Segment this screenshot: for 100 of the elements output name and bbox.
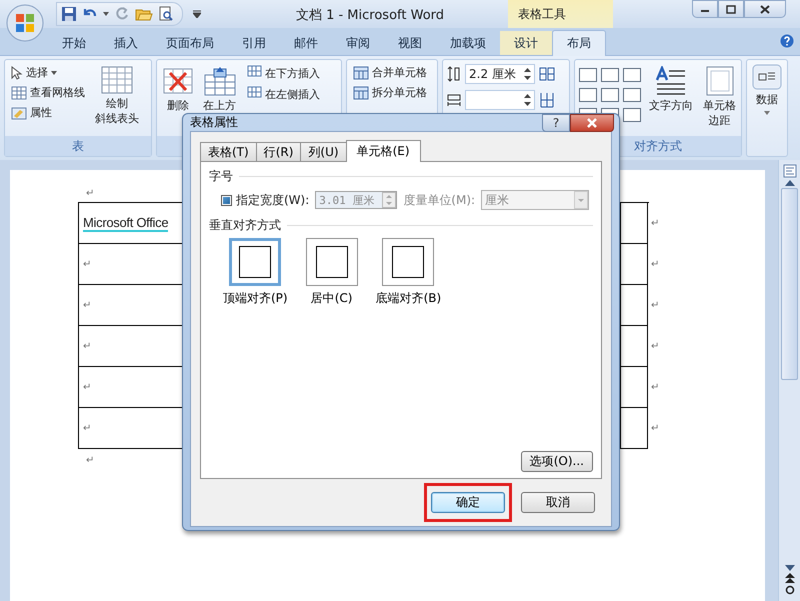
ribbon-tab[interactable]: 视图 (384, 31, 436, 55)
ribbon-tab[interactable]: 设计 (500, 31, 552, 55)
contextual-tab-title: 表格工具 (518, 6, 566, 23)
paragraph-mark: ↵ (83, 300, 92, 310)
ribbon-tab[interactable]: 加载项 (436, 31, 500, 55)
table-cells-icon (353, 86, 369, 100)
align-icon[interactable] (579, 68, 597, 82)
align-icon[interactable] (623, 68, 641, 82)
paragraph-mark: ↵ (83, 422, 92, 434)
row-end-mark: ↵ (651, 340, 660, 352)
text-direction-icon (655, 66, 687, 96)
paragraph-mark: ↵ (83, 340, 92, 352)
ribbon-button[interactable]: 绘制 斜线表头 (93, 64, 141, 136)
distribute-columns-icon[interactable] (539, 92, 555, 108)
dialog-tab[interactable]: 单元格(E) (346, 140, 421, 162)
caret-icon (764, 110, 770, 115)
align-icon[interactable] (623, 108, 641, 122)
data-icon (752, 64, 782, 90)
dialog-button[interactable]: 取消 (521, 492, 595, 513)
ribbon-button[interactable]: 数据 (750, 62, 784, 156)
help-button[interactable]: ? (542, 114, 570, 132)
ribbon-tab[interactable]: 邮件 (280, 31, 332, 55)
scroll-up-icon[interactable] (784, 180, 794, 186)
alignment-option[interactable]: 顶端对齐(P) (223, 238, 288, 307)
insert-above-icon (204, 66, 236, 96)
row-end-mark: ↵ (651, 258, 660, 270)
dialog-tab[interactable]: 行(R) (256, 142, 302, 161)
ribbon-button[interactable]: 选择 (9, 64, 87, 81)
ribbon-tab[interactable]: 插入 (100, 31, 152, 55)
row-end-mark: ↵ (651, 218, 660, 228)
unit-label: 度量单位(M): (403, 192, 476, 208)
save-icon[interactable] (61, 6, 77, 22)
dialog-button[interactable]: 确定 (431, 492, 505, 513)
ribbon-tab[interactable]: 审阅 (332, 31, 384, 55)
row-end-mark: ↵ (651, 422, 660, 434)
align-icon[interactable] (601, 68, 619, 82)
spinner-arrows-icon[interactable] (524, 93, 531, 107)
paragraph-mark: ↵ (83, 382, 92, 392)
paragraph-mark: ↵ (86, 188, 94, 200)
delete-table-icon (163, 66, 193, 96)
width-field[interactable] (465, 90, 535, 110)
ribbon-tab[interactable]: 布局 (552, 30, 606, 56)
section-heading: 字号 (209, 168, 233, 185)
checkbox[interactable] (221, 194, 232, 206)
table-cells-icon (353, 66, 369, 80)
close-icon (760, 4, 770, 14)
ribbon-button[interactable]: 属性 (9, 104, 87, 121)
align-icon[interactable] (601, 88, 619, 102)
vertical-scrollbar[interactable] (778, 160, 800, 601)
help-icon[interactable] (780, 34, 794, 48)
column-width-icon (447, 92, 461, 108)
close-icon (586, 118, 598, 128)
window-title: 文档 1 - Microsoft Word (296, 7, 444, 24)
options-button[interactable]: 选项(O)... (520, 451, 593, 472)
dialog-title: 表格属性 (190, 114, 238, 131)
close-button[interactable] (570, 114, 614, 132)
customize-caret-icon[interactable] (193, 10, 201, 18)
ribbon-tab[interactable]: 页面布局 (152, 31, 228, 55)
spinner-arrows-icon[interactable] (524, 67, 531, 81)
align-icon[interactable] (623, 88, 641, 102)
ribbon-button[interactable]: 在下方插入 (244, 64, 322, 82)
minimize-button[interactable] (692, 0, 718, 18)
properties-icon (11, 106, 27, 120)
height-field[interactable]: 2.2 厘米 (465, 64, 535, 84)
cell-text: Microsoft Office (83, 214, 168, 232)
align-icon[interactable] (579, 88, 597, 102)
dialog-tab[interactable]: 表格(T) (200, 142, 257, 161)
previous-page-icon[interactable] (784, 573, 794, 583)
section-heading: 垂直对齐方式 (209, 217, 281, 234)
cursor-icon (11, 66, 23, 80)
ribbon-button[interactable]: 文字方向 (647, 64, 695, 136)
ruler-icon[interactable] (782, 164, 796, 178)
print-preview-icon[interactable] (158, 6, 174, 22)
paragraph-mark: ↵ (83, 258, 92, 270)
scroll-down-icon[interactable] (784, 565, 794, 571)
ribbon-button[interactable]: 查看网格线 (9, 84, 87, 101)
alignment-option[interactable]: 底端对齐(B) (376, 238, 442, 307)
row-end-mark: ↵ (651, 382, 660, 392)
restore-button[interactable] (718, 0, 744, 18)
grid-icon (101, 66, 133, 94)
width-checkbox[interactable]: 指定宽度(W): (221, 192, 310, 208)
paragraph-mark: ↵ (86, 455, 94, 467)
alignment-option[interactable]: 居中(C) (306, 238, 358, 307)
browse-object-icon[interactable] (784, 585, 794, 595)
ribbon-tab[interactable]: 引用 (228, 31, 280, 55)
ribbon-tab[interactable]: 开始 (48, 31, 100, 55)
caret-icon[interactable] (103, 12, 109, 16)
cell-margins-icon (706, 66, 734, 96)
dialog-tab[interactable]: 列(U) (300, 142, 347, 161)
group-label: 表 (5, 136, 151, 156)
restore-icon (726, 4, 736, 14)
grid-icon (11, 86, 27, 100)
ribbon-button[interactable]: 在左侧插入 (244, 85, 322, 103)
distribute-rows-icon[interactable] (539, 66, 555, 82)
row-height-icon (447, 66, 461, 82)
ribbon-button[interactable]: 拆分单元格 (351, 84, 429, 101)
close-button[interactable] (744, 0, 786, 18)
ribbon-button[interactable]: 合并单元格 (351, 64, 429, 81)
ribbon-button[interactable]: 单元格 边距 (701, 64, 738, 136)
row-end-mark: ↵ (651, 300, 660, 310)
